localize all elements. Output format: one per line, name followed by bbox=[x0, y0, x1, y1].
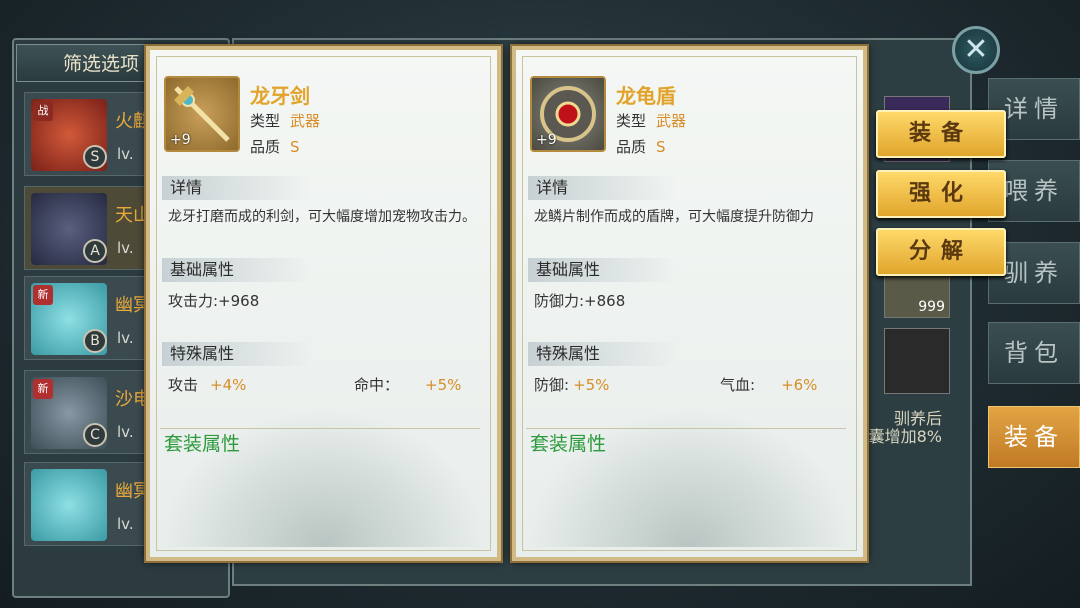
special-stat-value: +6% bbox=[781, 376, 818, 394]
special-stat-label: 命中： bbox=[354, 376, 400, 394]
grade-badge: B bbox=[83, 329, 107, 353]
item-quality: 品质 S bbox=[250, 136, 300, 157]
special-stat-label: 气血: bbox=[720, 376, 756, 394]
special-stat: 攻击 +4% bbox=[168, 374, 246, 395]
shield-icon: +9 bbox=[530, 76, 606, 152]
type-label: 类型 bbox=[616, 112, 647, 130]
enhance-level: +9 bbox=[170, 132, 191, 148]
special-stat: 气血: +6% bbox=[720, 374, 817, 395]
item-name: 龙牙剑 bbox=[250, 84, 310, 108]
quality-label: 品质 bbox=[250, 138, 281, 156]
side-info-line: 驯养后 bbox=[893, 409, 942, 428]
special-stat-label: 攻击 bbox=[168, 376, 199, 394]
item-name: 龙龟盾 bbox=[616, 84, 676, 108]
pet-tag: 战 bbox=[33, 101, 53, 121]
special-stat: 防御: +5% bbox=[534, 374, 609, 395]
special-stat: 命中： +5% bbox=[354, 374, 461, 395]
quality-value: S bbox=[656, 138, 666, 156]
section-set-attributes: 套装属性 bbox=[526, 428, 846, 456]
quality-label: 品质 bbox=[616, 138, 647, 156]
pet-level: lv. bbox=[117, 329, 134, 347]
base-stat: 攻击力:+968 bbox=[168, 292, 260, 310]
grade-badge: S bbox=[83, 145, 107, 169]
grade-badge: C bbox=[83, 423, 107, 447]
item-type: 类型 武器 bbox=[250, 110, 320, 131]
sword-icon: +9 bbox=[164, 76, 240, 152]
slot-count: 999 bbox=[918, 299, 945, 315]
item-quality: 品质 S bbox=[616, 136, 666, 157]
special-stat-value: +5% bbox=[573, 376, 610, 394]
type-value: 武器 bbox=[290, 112, 321, 130]
strengthen-button[interactable]: 强化 bbox=[876, 170, 1006, 218]
item-slot[interactable] bbox=[884, 328, 950, 394]
section-special-attributes: 特殊属性 bbox=[528, 342, 678, 366]
section-base-attributes: 基础属性 bbox=[528, 258, 678, 282]
equip-button[interactable]: 装备 bbox=[876, 110, 1006, 158]
quality-value: S bbox=[290, 138, 300, 156]
section-base-attributes: 基础属性 bbox=[162, 258, 312, 282]
close-icon[interactable]: ✕ bbox=[952, 26, 1000, 74]
tab-equipment[interactable]: 装备 bbox=[988, 406, 1080, 468]
type-value: 武器 bbox=[656, 112, 687, 130]
section-detail: 详情 bbox=[162, 176, 312, 200]
pet-level: lv. bbox=[117, 515, 134, 533]
side-info-line: 囊增加8% bbox=[868, 427, 942, 446]
new-tag: 新 bbox=[33, 285, 53, 305]
decompose-button[interactable]: 分解 bbox=[876, 228, 1006, 276]
enhance-level: +9 bbox=[536, 132, 557, 148]
grade-badge: A bbox=[83, 239, 107, 263]
section-detail: 详情 bbox=[528, 176, 678, 200]
tab-bag[interactable]: 背包 bbox=[988, 322, 1080, 384]
pet-level: lv. bbox=[117, 145, 134, 163]
special-stat-value: +5% bbox=[425, 376, 462, 394]
section-set-attributes: 套装属性 bbox=[160, 428, 480, 456]
pet-level: lv. bbox=[117, 423, 134, 441]
item-type: 类型 武器 bbox=[616, 110, 686, 131]
section-special-attributes: 特殊属性 bbox=[162, 342, 312, 366]
type-label: 类型 bbox=[250, 112, 281, 130]
item-description: 龙牙打磨而成的利剑，可大幅度增加宠物攻击力。 bbox=[168, 209, 476, 225]
side-info-text: 驯养后 囊增加8% bbox=[862, 410, 942, 446]
special-stat-label: 防御: bbox=[534, 376, 570, 394]
filter-options-button[interactable]: 筛选选项 bbox=[16, 44, 156, 82]
item-card-shield: +9 龙龟盾 类型 武器 品质 S 详情 龙鳞片制作而成的盾牌，可大幅度提升防御力 … bbox=[512, 46, 867, 561]
special-stat-value: +4% bbox=[210, 376, 247, 394]
pet-level: lv. bbox=[117, 239, 134, 257]
pet-portrait bbox=[31, 469, 107, 541]
new-tag: 新 bbox=[33, 379, 53, 399]
base-stat: 防御力:+868 bbox=[534, 292, 626, 310]
item-description: 龙鳞片制作而成的盾牌，可大幅度提升防御力 bbox=[534, 209, 814, 225]
item-card-weapon: +9 龙牙剑 类型 武器 品质 S 详情 龙牙打磨而成的利剑，可大幅度增加宠物攻击力… bbox=[146, 46, 501, 561]
